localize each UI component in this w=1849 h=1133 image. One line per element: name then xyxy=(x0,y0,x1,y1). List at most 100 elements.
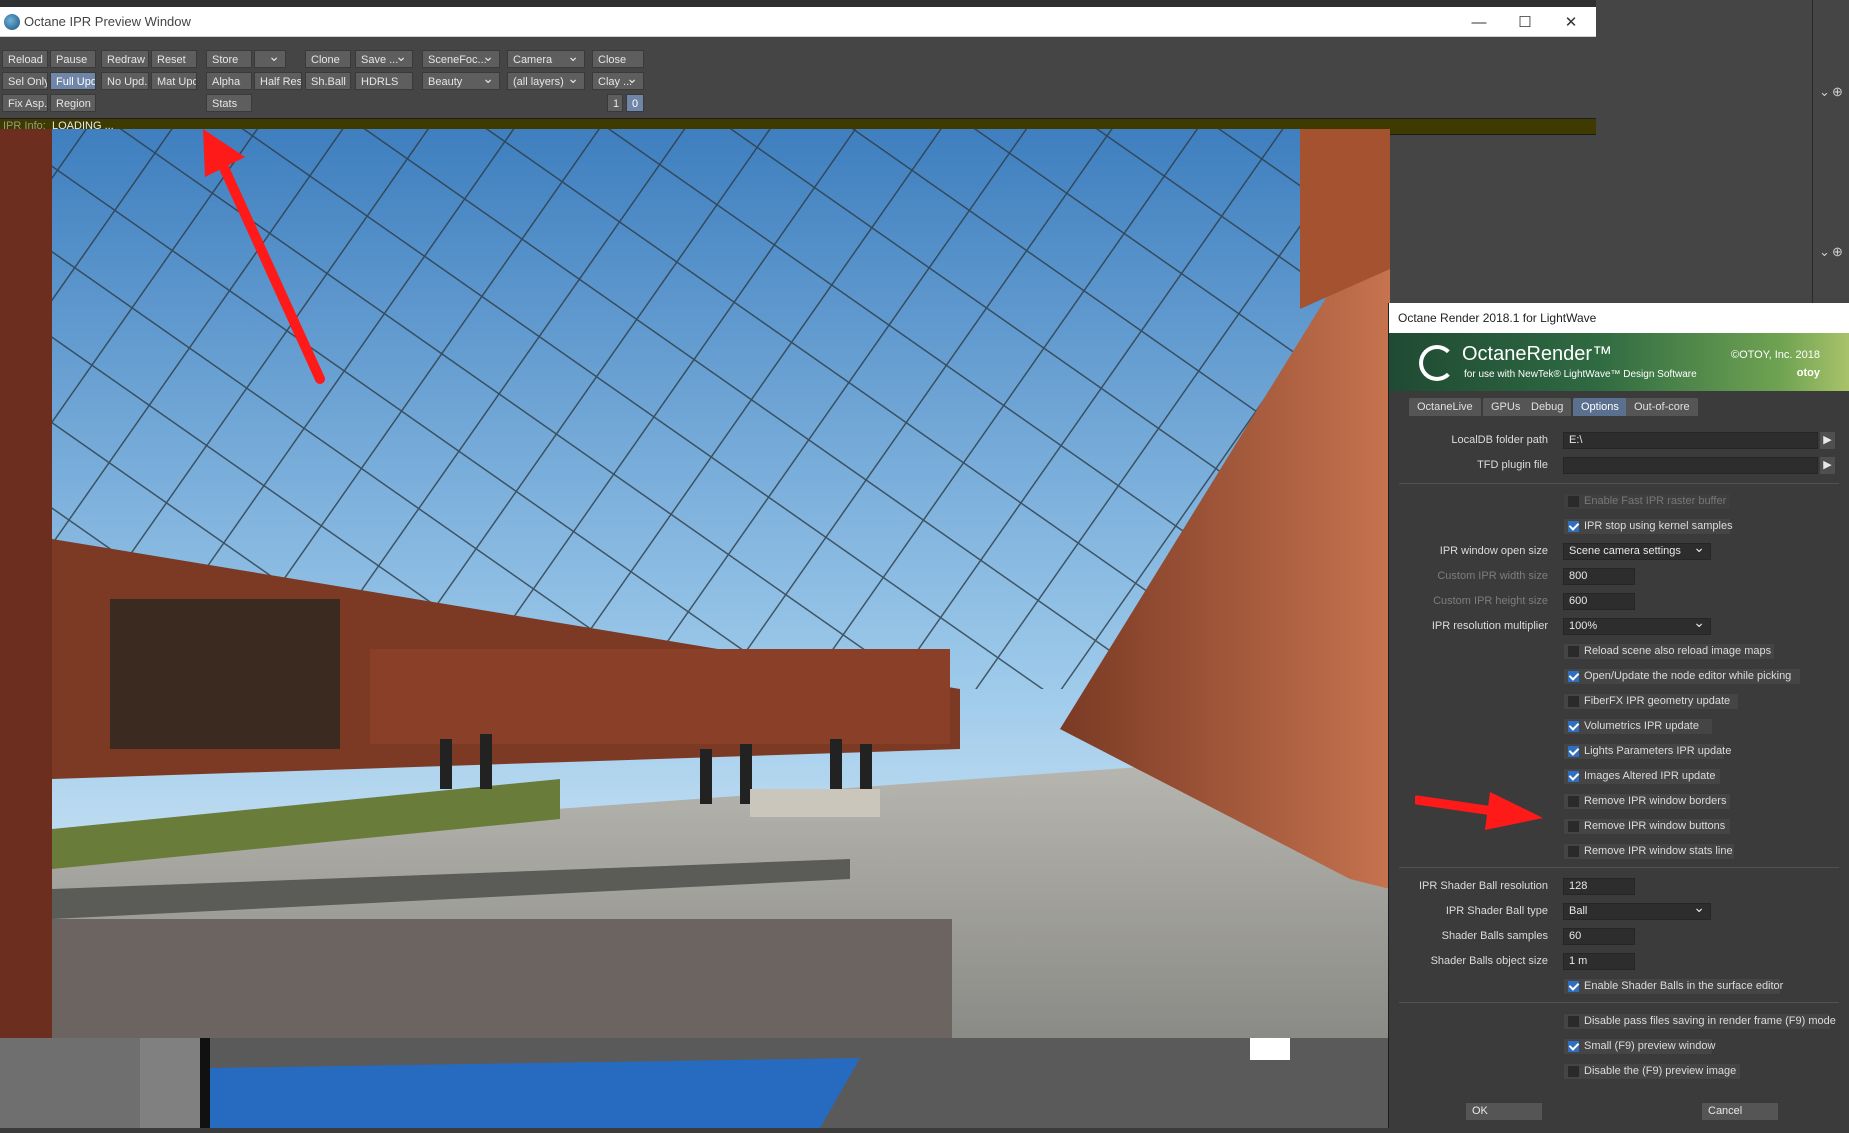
save-dropdown[interactable]: Save ... xyxy=(355,50,413,68)
region-button[interactable]: Region xyxy=(50,94,96,112)
stats-button[interactable]: Stats xyxy=(206,94,252,112)
localdb-browse-icon[interactable]: ▶ xyxy=(1820,432,1835,449)
small-preview-window-checkbox[interactable]: Small (F9) preview window xyxy=(1563,1038,1715,1055)
disable-pass-files-checkbox[interactable]: Disable pass files saving in render fram… xyxy=(1563,1013,1836,1030)
tab-debug[interactable]: Debug xyxy=(1523,398,1572,416)
layers-dropdown[interactable]: (all layers) xyxy=(507,72,585,90)
material-update-button[interactable]: Mat Upd xyxy=(151,72,197,90)
sel-only-button[interactable]: Sel Only xyxy=(2,72,48,90)
localdb-path-field[interactable]: E:\ xyxy=(1563,432,1818,449)
settings-target-icon[interactable]: ⊕ xyxy=(1832,84,1843,100)
checkbox-box xyxy=(1568,1066,1579,1077)
minimize-button[interactable]: — xyxy=(1456,7,1502,37)
checkbox-label: Remove IPR window stats line xyxy=(1584,845,1733,857)
checkbox-box xyxy=(1568,771,1579,782)
octane-logo-icon xyxy=(1419,345,1455,381)
volumetrics-ipr-update-checkbox[interactable]: Volumetrics IPR update xyxy=(1563,718,1713,735)
close-ipr-button[interactable]: Close xyxy=(592,50,644,68)
store-button[interactable]: Store xyxy=(206,50,252,68)
scene-focus-dropdown[interactable]: SceneFoc... xyxy=(422,50,500,68)
ipr-res-mult-select[interactable]: 100% xyxy=(1563,618,1711,635)
background-viewport-panel: ⌄ ⊕ ⌄ ⊕ xyxy=(1596,0,1849,310)
custom-width-field[interactable]: 800 xyxy=(1563,568,1635,585)
ipr-stop-kernel-samples-checkbox[interactable]: IPR stop using kernel samples xyxy=(1563,518,1733,535)
clay-mode-dropdown[interactable]: Clay ... xyxy=(592,72,644,90)
modeler-viewport-strip xyxy=(0,1038,1390,1128)
remove-ipr-buttons-checkbox[interactable]: Remove IPR window buttons xyxy=(1563,818,1731,835)
redraw-button[interactable]: Redraw xyxy=(101,50,149,68)
checkbox-label: Enable Shader Balls in the surface edito… xyxy=(1584,980,1784,992)
ipr-open-size-select[interactable]: Scene camera settings xyxy=(1563,543,1711,560)
tab-out-of-core[interactable]: Out-of-core xyxy=(1626,398,1698,416)
tab-gpus[interactable]: GPUs xyxy=(1483,398,1529,416)
alpha-button[interactable]: Alpha xyxy=(206,72,252,90)
tab-octanelive[interactable]: OctaneLive xyxy=(1409,398,1481,416)
pause-button[interactable]: Pause xyxy=(50,50,96,68)
banner-product-name: OctaneRender™ xyxy=(1462,343,1613,365)
tfd-browse-icon[interactable]: ▶ xyxy=(1820,457,1835,474)
viewport-wireframe xyxy=(0,1038,1290,1128)
images-altered-ipr-update-checkbox[interactable]: Images Altered IPR update xyxy=(1563,768,1721,785)
reset-button[interactable]: Reset xyxy=(151,50,197,68)
hdrls-button[interactable]: HDRLS xyxy=(355,72,413,90)
chevron-down-icon[interactable]: ⌄ xyxy=(1819,244,1830,260)
shader-ball-res-label: IPR Shader Ball resolution xyxy=(1418,880,1548,892)
checkbox-label: IPR stop using kernel samples xyxy=(1584,520,1733,532)
shader-ball-button[interactable]: Sh.Ball xyxy=(305,72,351,90)
camera-dropdown[interactable]: Camera xyxy=(507,50,585,68)
half-res-button[interactable]: Half Res xyxy=(254,72,302,90)
disable-preview-image-checkbox[interactable]: Disable the (F9) preview image xyxy=(1563,1063,1741,1080)
shader-balls-surface-editor-checkbox[interactable]: Enable Shader Balls in the surface edito… xyxy=(1563,978,1784,995)
checkbox-box xyxy=(1568,696,1579,707)
close-button[interactable]: ✕ xyxy=(1548,7,1594,37)
page-0-button[interactable]: 0 xyxy=(626,94,644,112)
lights-ipr-update-checkbox[interactable]: Lights Parameters IPR update xyxy=(1563,743,1731,760)
tab-options[interactable]: Options xyxy=(1573,398,1627,416)
shader-balls-samples-field[interactable]: 60 xyxy=(1563,928,1635,945)
shader-ball-res-field[interactable]: 128 xyxy=(1563,878,1635,895)
banner-subtitle: for use with NewTek® LightWave™ Design S… xyxy=(1464,369,1697,380)
remove-ipr-borders-checkbox[interactable]: Remove IPR window borders xyxy=(1563,793,1731,810)
dialog-titlebar: Octane Render 2018.1 for LightWave xyxy=(1389,303,1849,333)
shader-ball-type-select[interactable]: Ball xyxy=(1563,903,1711,920)
store-slot-dropdown[interactable] xyxy=(254,50,286,68)
checkbox-label: Disable the (F9) preview image xyxy=(1584,1065,1737,1077)
octane-options-dialog: Octane Render 2018.1 for LightWave Octan… xyxy=(1388,303,1849,1128)
checkbox-box xyxy=(1568,1016,1579,1027)
checkbox-box xyxy=(1568,846,1579,857)
page-1-button[interactable]: 1 xyxy=(607,94,623,112)
ok-button[interactable]: OK xyxy=(1466,1103,1542,1120)
fiberfx-ipr-update-checkbox[interactable]: FiberFX IPR geometry update xyxy=(1563,693,1739,710)
checkbox-label: Images Altered IPR update xyxy=(1584,770,1716,782)
maximize-button[interactable]: ☐ xyxy=(1502,7,1548,37)
render-preview-image[interactable] xyxy=(0,129,1390,1038)
checkbox-box xyxy=(1568,1041,1579,1052)
reload-button[interactable]: Reload xyxy=(2,50,48,68)
chevron-down-icon[interactable]: ⌄ xyxy=(1819,84,1830,100)
tfd-label: TFD plugin file xyxy=(1477,459,1548,471)
render-pass-dropdown[interactable]: Beauty xyxy=(422,72,500,90)
clone-button[interactable]: Clone xyxy=(305,50,351,68)
settings-target-icon[interactable]: ⊕ xyxy=(1832,244,1843,260)
fast-ipr-raster-checkbox: Enable Fast IPR raster buffer xyxy=(1563,493,1731,510)
section-divider xyxy=(1399,483,1839,484)
node-editor-picking-checkbox[interactable]: Open/Update the node editor while pickin… xyxy=(1563,668,1801,685)
ipr-window-title: Octane IPR Preview Window xyxy=(24,14,191,29)
fix-aspect-button[interactable]: Fix Asp. xyxy=(2,94,48,112)
cancel-button[interactable]: Cancel xyxy=(1702,1103,1778,1120)
checkbox-label: Reload scene also reload image maps xyxy=(1584,645,1772,657)
shader-balls-size-field[interactable]: 1 m xyxy=(1563,953,1635,970)
custom-height-field[interactable]: 600 xyxy=(1563,593,1635,610)
shader-balls-size-label: Shader Balls object size xyxy=(1430,955,1548,967)
checkbox-box xyxy=(1568,646,1579,657)
checkbox-box xyxy=(1568,796,1579,807)
checkbox-box xyxy=(1568,981,1579,992)
otoy-logo: otoy xyxy=(1796,367,1820,379)
reload-image-maps-checkbox[interactable]: Reload scene also reload image maps xyxy=(1563,643,1775,660)
ipr-open-size-label: IPR window open size xyxy=(1439,545,1548,557)
remove-ipr-stats-line-checkbox[interactable]: Remove IPR window stats line xyxy=(1563,843,1735,860)
full-update-button[interactable]: Full Upd. xyxy=(50,72,96,90)
no-update-button[interactable]: No Upd. xyxy=(101,72,149,90)
tfd-plugin-field[interactable] xyxy=(1563,457,1818,474)
ipr-toolbar: Reload Pause Redraw Reset Store Clone Sa… xyxy=(0,38,1596,118)
